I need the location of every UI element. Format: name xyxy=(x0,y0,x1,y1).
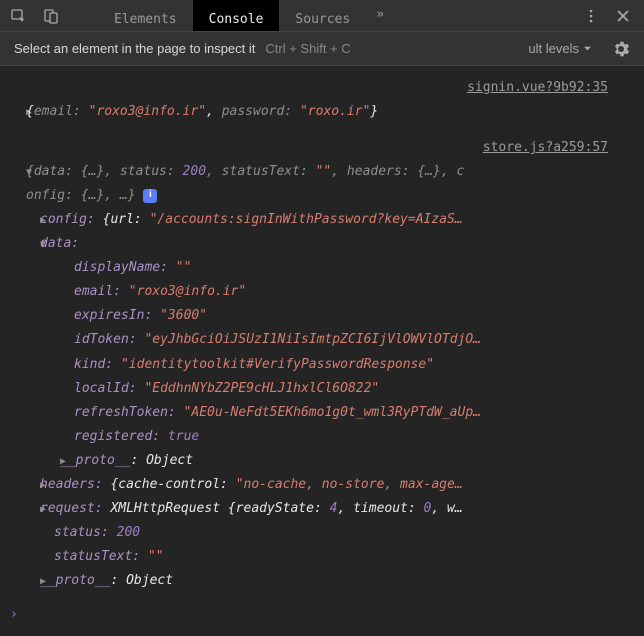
device-toggle-icon[interactable] xyxy=(42,7,60,25)
tab-sources-label: Sources xyxy=(295,12,350,27)
console-toolbar: Select an element in the page to inspect… xyxy=(0,32,644,66)
log-levels-label: ult levels xyxy=(528,41,579,56)
more-tabs-label: » xyxy=(376,7,384,22)
prop-kind: kind: "identitytoolkit#VerifyPasswordRes… xyxy=(12,353,632,377)
prop-headers: headers: {cache-control: "no-cache, no-s… xyxy=(12,473,632,497)
expand-arrow-icon[interactable] xyxy=(12,449,60,473)
chevron-down-icon xyxy=(583,44,592,53)
tab-console-label: Console xyxy=(209,12,264,27)
expand-arrow-icon[interactable] xyxy=(12,208,40,232)
prop-displayname: displayName: "" xyxy=(12,256,632,280)
prop-idtoken: idToken: "eyJhbGciOiJSUzI1NiIsImtpZCI6Ij… xyxy=(12,328,632,352)
prop-config: config: {url: "/accounts:signInWithPassw… xyxy=(12,208,632,232)
toolbar-right-icons xyxy=(570,7,644,25)
expand-arrow-icon[interactable] xyxy=(12,497,40,521)
prop-proto-outer: __proto__: Object xyxy=(12,569,632,593)
prop-email: email: "roxo3@info.ir" xyxy=(12,280,632,304)
brace: } xyxy=(370,104,378,119)
console-prompt[interactable]: › xyxy=(10,607,18,622)
gear-icon[interactable] xyxy=(612,40,630,58)
panel-tabs: Elements Console Sources » xyxy=(98,0,394,31)
prop-proto-inner: __proto__: Object xyxy=(12,449,632,473)
prop-expiresin: expiresIn: "3600" xyxy=(12,304,632,328)
val-password: "roxo.ir" xyxy=(300,104,370,119)
collapse-arrow-icon[interactable] xyxy=(12,160,26,208)
brace: { xyxy=(26,104,34,119)
prop-statustext: statusText: "" xyxy=(12,545,632,569)
tab-elements-label: Elements xyxy=(114,12,177,27)
log-entry-2: {data: {…}, status: 200, statusText: "",… xyxy=(12,160,632,208)
prop-data: data: xyxy=(12,232,632,256)
prop-registered: registered: true xyxy=(12,425,632,449)
inspect-shortcut: Ctrl + Shift + C xyxy=(265,41,350,56)
val-email: "roxo3@info.ir" xyxy=(89,104,206,119)
expand-arrow-icon[interactable] xyxy=(12,473,40,497)
inspect-tooltip: Select an element in the page to inspect… xyxy=(14,41,255,56)
tab-sources[interactable]: Sources xyxy=(279,0,366,31)
expand-arrow-icon[interactable] xyxy=(12,100,26,124)
prop-status: status: 200 xyxy=(12,521,632,545)
expand-arrow-icon[interactable] xyxy=(12,569,40,593)
log-entry-1: {email: "roxo3@info.ir", password: "roxo… xyxy=(12,100,632,124)
console-output: signin.vue?9b92:35 {email: "roxo3@info.i… xyxy=(0,66,644,601)
toolbar-left-icons xyxy=(0,7,70,25)
tab-elements[interactable]: Elements xyxy=(98,0,193,31)
prop-refreshtoken: refreshToken: "AE0u-NeFdt5EKh6mo1g0t_wml… xyxy=(12,401,632,425)
close-icon[interactable] xyxy=(614,7,632,25)
tab-console[interactable]: Console xyxy=(193,0,280,31)
prop-request: request: XMLHttpRequest {readyState: 4, … xyxy=(12,497,632,521)
key-password: password: xyxy=(222,104,292,119)
kebab-icon[interactable] xyxy=(582,7,600,25)
inspect-icon[interactable] xyxy=(10,7,28,25)
info-badge-icon[interactable]: i xyxy=(143,189,157,203)
more-tabs-button[interactable]: » xyxy=(366,0,394,31)
collapse-arrow-icon[interactable] xyxy=(12,232,40,256)
source-link-store[interactable]: store.js?a259:57 xyxy=(12,136,632,160)
key-email: email: xyxy=(34,104,81,119)
source-link-signin[interactable]: signin.vue?9b92:35 xyxy=(12,76,632,100)
prop-localid: localId: "EddhnNYbZ2PE9cHLJ1hxlCl6O822" xyxy=(12,377,632,401)
log-levels-dropdown[interactable]: ult levels xyxy=(528,41,592,56)
devtools-toolbar: Elements Console Sources » xyxy=(0,0,644,32)
